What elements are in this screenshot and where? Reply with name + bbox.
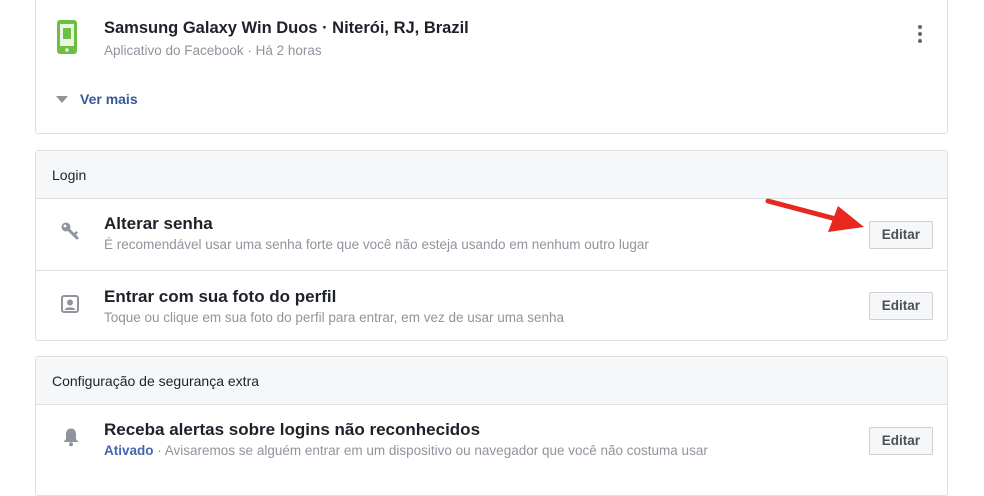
extra-security-header: Configuração de segurança extra (36, 357, 947, 405)
see-more-label: Ver mais (80, 91, 138, 107)
login-alerts-status[interactable]: Ativado (104, 443, 154, 458)
bell-icon (63, 428, 79, 447)
mobile-phone-icon (57, 20, 77, 54)
see-more-link[interactable]: Ver mais (56, 91, 138, 107)
login-header: Login (36, 151, 947, 199)
profile-photo-login-subtitle: Toque ou clique em sua foto do perfil pa… (104, 310, 565, 325)
device-title: Samsung Galaxy Win Duos · Niterói, RJ, B… (104, 19, 469, 37)
change-password-subtitle: É recomendável usar uma senha forte que … (104, 237, 649, 252)
login-card: Login Alterar senha É recomendável usar … (35, 150, 948, 341)
profile-photo-login-row: Entrar com sua foto do perfil Toque ou c… (36, 270, 947, 340)
profile-photo-login-title: Entrar com sua foto do perfil (104, 287, 337, 306)
session-row: Samsung Galaxy Win Duos · Niterói, RJ, B… (36, 0, 947, 73)
change-password-title: Alterar senha (104, 214, 213, 233)
sessions-card: Samsung Galaxy Win Duos · Niterói, RJ, B… (35, 0, 948, 134)
login-alerts-row: Receba alertas sobre logins não reconhec… (36, 405, 947, 477)
extra-security-card: Configuração de segurança extra Receba a… (35, 356, 948, 496)
login-alerts-title: Receba alertas sobre logins não reconhec… (104, 420, 481, 439)
annotation-arrow-icon (765, 198, 864, 232)
edit-login-alerts-button[interactable]: Editar (868, 427, 933, 455)
device-meta: Aplicativo do Facebook · Há 2 horas (104, 43, 322, 58)
more-options-icon[interactable] (917, 25, 923, 46)
key-icon (61, 222, 79, 240)
login-alerts-subtitle: Ativado · Avisaremos se alguém entrar em… (104, 443, 708, 458)
caret-down-icon (56, 95, 68, 103)
login-alerts-description: · Avisaremos se alguém entrar em um disp… (157, 443, 708, 458)
profile-photo-icon (61, 295, 79, 313)
edit-password-button[interactable]: Editar (868, 221, 933, 249)
edit-profile-photo-login-button[interactable]: Editar (868, 292, 933, 320)
